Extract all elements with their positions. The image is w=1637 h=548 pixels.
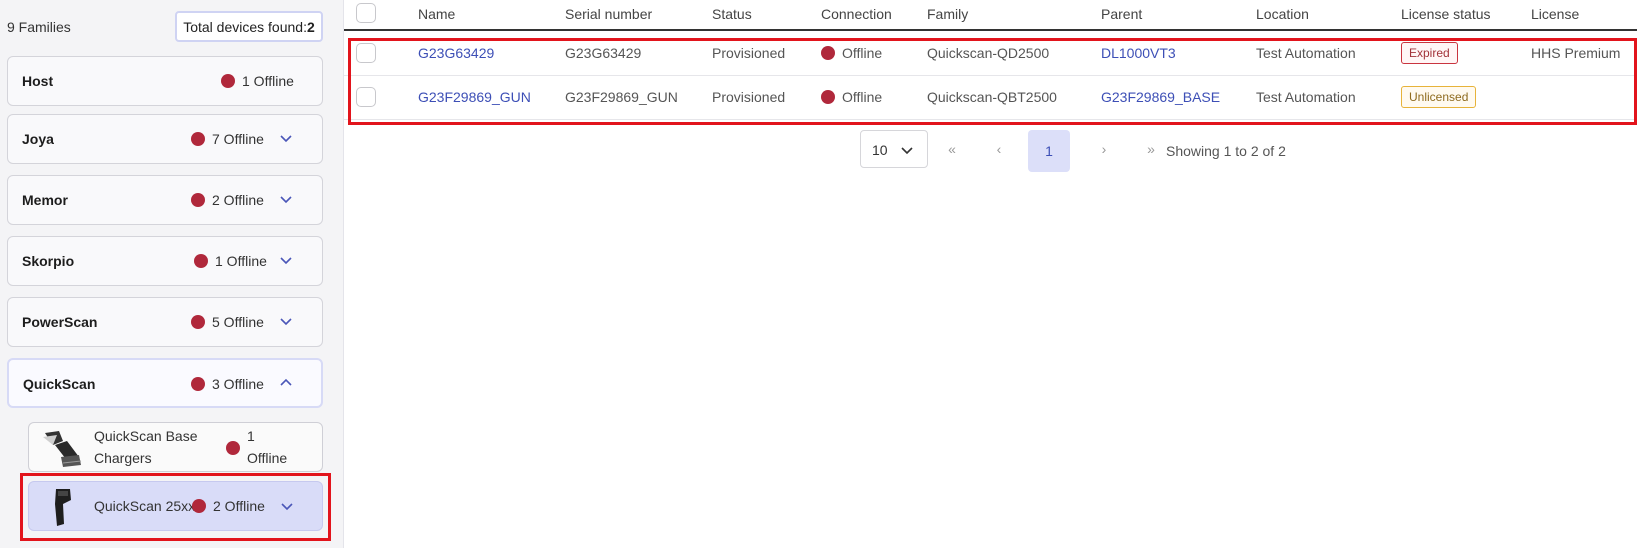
total-devices-value: 2 [306, 18, 315, 35]
family-offline-count: 2 Offline [212, 192, 264, 208]
family-offline-count: 3 Offline [212, 376, 264, 392]
total-devices-label: Total devices found: [183, 18, 307, 35]
page-size-value: 10 [872, 142, 888, 158]
offline-status-dot [221, 74, 235, 88]
column-header-license[interactable]: License [1531, 6, 1579, 22]
chevron-down-icon[interactable] [278, 252, 294, 268]
current-page-button[interactable]: 1 [1028, 130, 1070, 172]
families-count: 9 Families [7, 19, 71, 35]
offline-status-dot [226, 441, 240, 455]
column-header-serial-number[interactable]: Serial number [565, 6, 652, 22]
next-page-button[interactable]: › [1094, 141, 1114, 157]
table-header: Name Serial number Status Connection Fam… [344, 0, 1637, 31]
family-name: PowerScan [22, 314, 98, 330]
family-quickscan[interactable]: QuickScan 3 Offline [7, 358, 323, 408]
chevron-up-icon[interactable] [278, 375, 294, 391]
column-header-family[interactable]: Family [927, 6, 968, 22]
base-charger-image [39, 427, 83, 469]
first-page-button[interactable]: « [942, 141, 962, 157]
family-powerscan[interactable]: PowerScan 5 Offline [7, 297, 323, 347]
column-header-connection[interactable]: Connection [821, 6, 892, 22]
previous-page-button[interactable]: ‹ [989, 141, 1009, 157]
offline-status-dot [191, 377, 205, 391]
family-offline-count: 7 Offline [212, 131, 264, 147]
pagination: 10 « ‹ 1 › » Showing 1 to 2 of 2 [344, 130, 1637, 172]
highlight-box [348, 38, 1637, 125]
column-header-status[interactable]: Status [712, 6, 752, 22]
page-size-select[interactable]: 10 [860, 130, 928, 168]
devices-table: Name Serial number Status Connection Fam… [344, 0, 1637, 548]
column-header-location[interactable]: Location [1256, 6, 1309, 22]
offline-status-dot [191, 193, 205, 207]
offline-status-dot [191, 132, 205, 146]
family-name: QuickScan [23, 376, 96, 392]
column-header-parent[interactable]: Parent [1101, 6, 1142, 22]
subfamily-name-line2: Chargers [94, 450, 152, 466]
family-name: Skorpio [22, 253, 75, 269]
family-offline-count: 5 Offline [212, 314, 264, 330]
chevron-down-icon [899, 142, 915, 158]
chevron-down-icon[interactable] [278, 313, 294, 329]
chevron-down-icon[interactable] [278, 130, 294, 146]
column-header-name[interactable]: Name [418, 6, 455, 22]
family-host[interactable]: Host 1 Offline [7, 56, 323, 106]
subfamily-offline-line2: Offline [247, 450, 288, 466]
family-name: Joya [22, 131, 54, 147]
offline-status-dot [194, 254, 208, 268]
column-header-license-status[interactable]: License status [1401, 6, 1491, 22]
family-memor[interactable]: Memor 2 Offline [7, 175, 323, 225]
pagination-info: Showing 1 to 2 of 2 [1166, 143, 1286, 159]
family-skorpio[interactable]: Skorpio 1 Offline [7, 236, 323, 286]
family-name: Memor [22, 192, 68, 208]
family-offline-count: 1 Offline [215, 253, 267, 269]
last-page-button[interactable]: » [1141, 141, 1161, 157]
chevron-down-icon[interactable] [278, 191, 294, 207]
highlight-box [20, 473, 331, 541]
select-all-checkbox[interactable] [356, 3, 376, 23]
family-offline-count: 1 Offline [242, 73, 294, 89]
subfamily-offline-line1: 1 [247, 428, 255, 444]
family-name: Host [22, 73, 54, 89]
families-sidebar: 9 Families Total devices found: 2 Host 1 … [0, 0, 344, 548]
subfamily-name-line1: QuickScan Base [94, 428, 198, 444]
total-devices-badge: Total devices found: 2 [175, 11, 323, 42]
sidebar-header: 9 Families Total devices found: 2 [0, 0, 343, 56]
offline-status-dot [191, 315, 205, 329]
subfamily-quickscan-base-chargers[interactable]: QuickScan Base Chargers 1 Offline [28, 422, 323, 472]
family-joya[interactable]: Joya 7 Offline [7, 114, 323, 164]
